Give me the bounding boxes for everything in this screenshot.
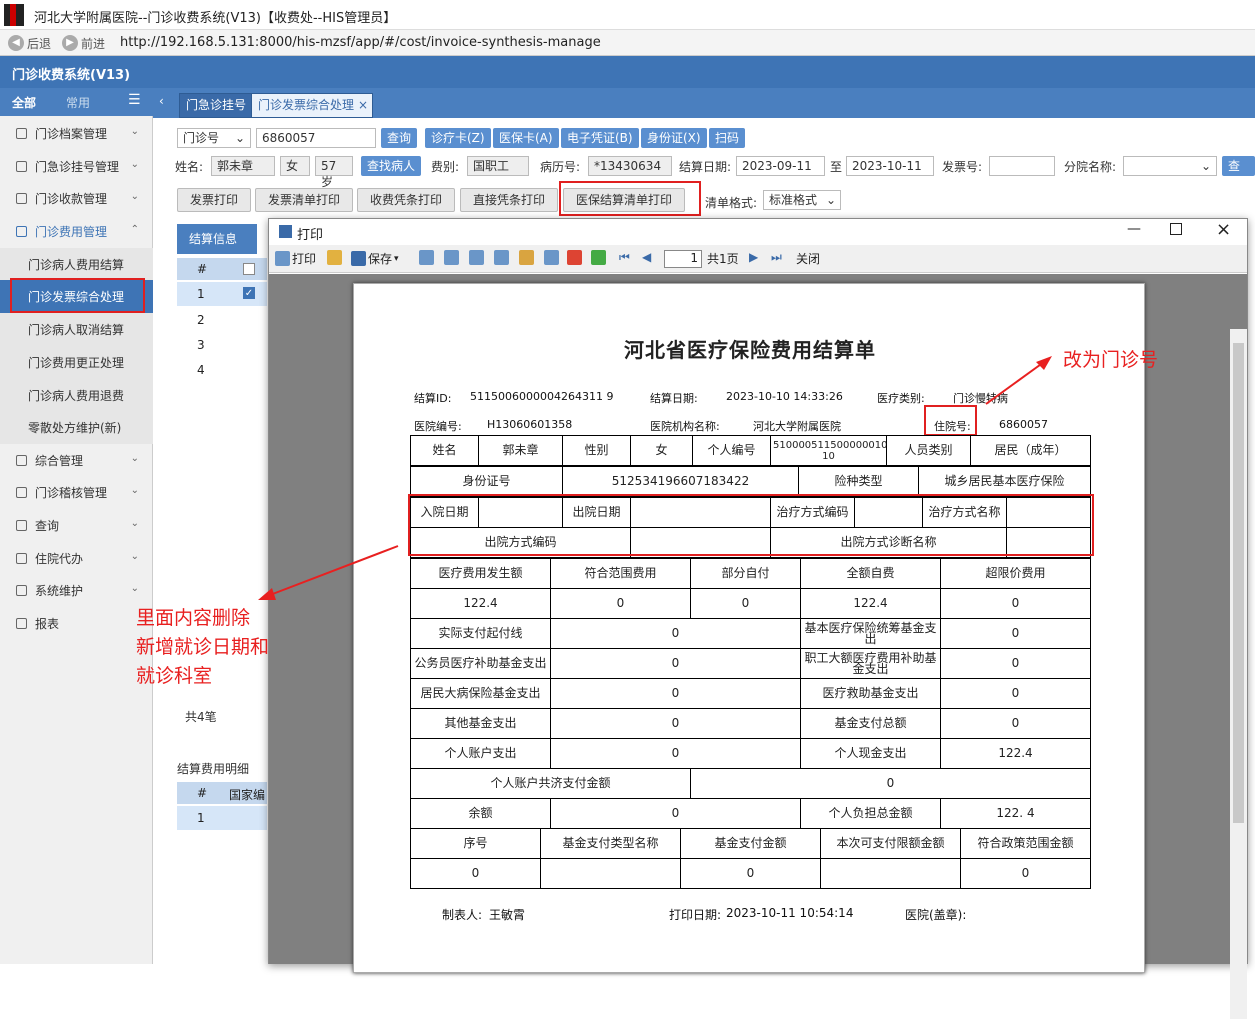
annotation-arrowhead-delete: [258, 588, 276, 600]
annotation-arrowhead-outpatient: [1036, 356, 1052, 370]
annotation-arrows: [258, 356, 1052, 600]
annotation-arrow-delete: [269, 545, 399, 596]
annotation-arrow-outpatient: [985, 361, 1045, 405]
